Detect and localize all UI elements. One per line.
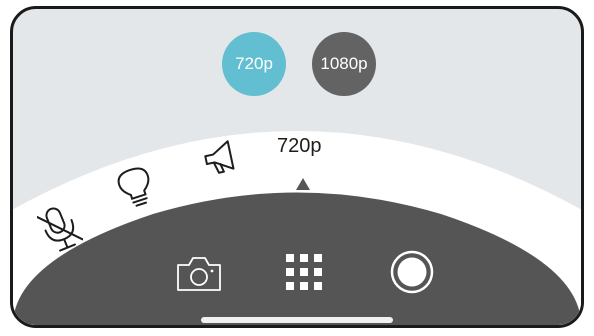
home-indicator bbox=[201, 317, 393, 323]
resolution-720p-label: 720p bbox=[235, 54, 273, 73]
resolution-1080p-button[interactable]: 1080p bbox=[312, 32, 376, 96]
camera-screen: 720p 1080p 720p bbox=[10, 6, 584, 328]
megaphone-icon[interactable] bbox=[201, 138, 241, 178]
camera-icon[interactable] bbox=[175, 255, 223, 293]
lightbulb-icon[interactable] bbox=[116, 165, 156, 211]
record-icon[interactable] bbox=[390, 250, 434, 294]
grid-icon[interactable] bbox=[283, 251, 325, 293]
microphone-muted-icon[interactable] bbox=[37, 203, 83, 255]
resolution-720p-button[interactable]: 720p bbox=[222, 32, 286, 96]
dial-current-label: 720p bbox=[277, 135, 322, 157]
resolution-1080p-label: 1080p bbox=[320, 54, 368, 73]
